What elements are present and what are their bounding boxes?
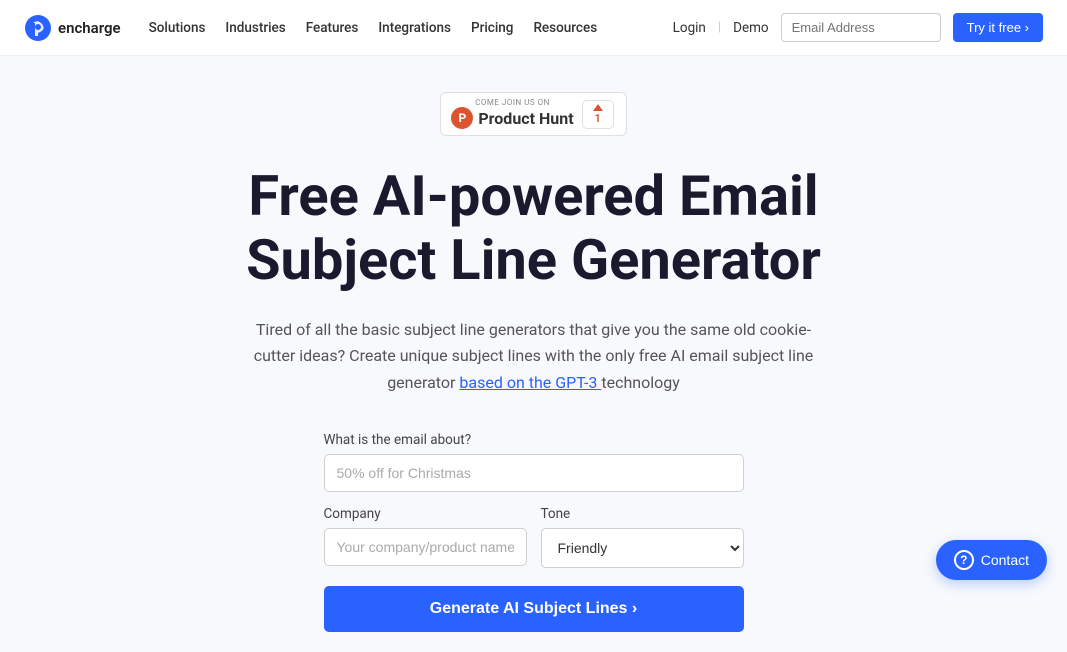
- ph-icon-row: P Product Hunt: [451, 107, 573, 129]
- tone-label: Tone: [541, 506, 744, 522]
- nav-resources[interactable]: Resources: [533, 20, 597, 36]
- company-group: Company: [324, 506, 527, 568]
- nav-divider: |: [718, 20, 721, 35]
- gpt3-link[interactable]: based on the GPT-3: [459, 373, 601, 392]
- ph-circle-icon: P: [451, 107, 473, 129]
- company-label: Company: [324, 506, 527, 522]
- contact-label: Contact: [981, 552, 1029, 568]
- question-group: What is the email about?: [324, 432, 744, 492]
- subject-line-form: What is the email about? Company Tone Fr…: [324, 432, 744, 632]
- nav-right: Login | Demo Try it free ›: [673, 13, 1043, 42]
- navbar: encharge Solutions Industries Features I…: [0, 0, 1067, 56]
- hero-subtext: Tired of all the basic subject line gene…: [244, 317, 824, 396]
- email-input[interactable]: [781, 13, 941, 42]
- heading-line2: Subject Line Generator: [246, 227, 821, 293]
- ph-p-letter: P: [458, 111, 466, 125]
- contact-button[interactable]: ? Contact: [936, 540, 1047, 580]
- ph-logo: COME JOIN US ON P Product Hunt: [451, 99, 573, 129]
- try-free-button[interactable]: Try it free ›: [953, 13, 1043, 42]
- nav-integrations[interactable]: Integrations: [378, 20, 451, 36]
- nav-features[interactable]: Features: [306, 20, 359, 36]
- question-label: What is the email about?: [324, 432, 744, 448]
- main-heading: Free AI-powered Email Subject Line Gener…: [246, 164, 821, 293]
- demo-link[interactable]: Demo: [733, 20, 769, 36]
- ph-come-join-text: COME JOIN US ON: [475, 99, 550, 107]
- tone-group: Tone Friendly Professional Casual Formal…: [541, 506, 744, 568]
- logo-text: encharge: [58, 19, 121, 37]
- nav-links: Solutions Industries Features Integratio…: [149, 20, 673, 36]
- ph-upvote-badge[interactable]: 1: [582, 100, 614, 129]
- product-hunt-badge[interactable]: COME JOIN US ON P Product Hunt 1: [440, 92, 626, 136]
- generate-button[interactable]: Generate AI Subject Lines ›: [324, 586, 744, 632]
- contact-chat-icon: ?: [954, 550, 974, 570]
- hero-section: COME JOIN US ON P Product Hunt 1 Free AI…: [0, 56, 1067, 652]
- company-tone-row: Company Tone Friendly Professional Casua…: [324, 506, 744, 568]
- heading-line1: Free AI-powered Email: [248, 163, 818, 229]
- logo-icon: [24, 14, 52, 42]
- logo-link[interactable]: encharge: [24, 14, 121, 42]
- company-input[interactable]: [324, 528, 527, 566]
- ph-triangle-icon: [593, 104, 603, 111]
- question-input[interactable]: [324, 454, 744, 492]
- ph-name-text: Product Hunt: [478, 109, 573, 128]
- nav-solutions[interactable]: Solutions: [149, 20, 206, 36]
- nav-pricing[interactable]: Pricing: [471, 20, 513, 36]
- login-link[interactable]: Login: [673, 20, 706, 36]
- ph-count-text: 1: [595, 112, 601, 125]
- subtext-after: technology: [601, 373, 679, 392]
- tone-select[interactable]: Friendly Professional Casual Formal Humo…: [541, 528, 744, 568]
- nav-industries[interactable]: Industries: [225, 20, 285, 36]
